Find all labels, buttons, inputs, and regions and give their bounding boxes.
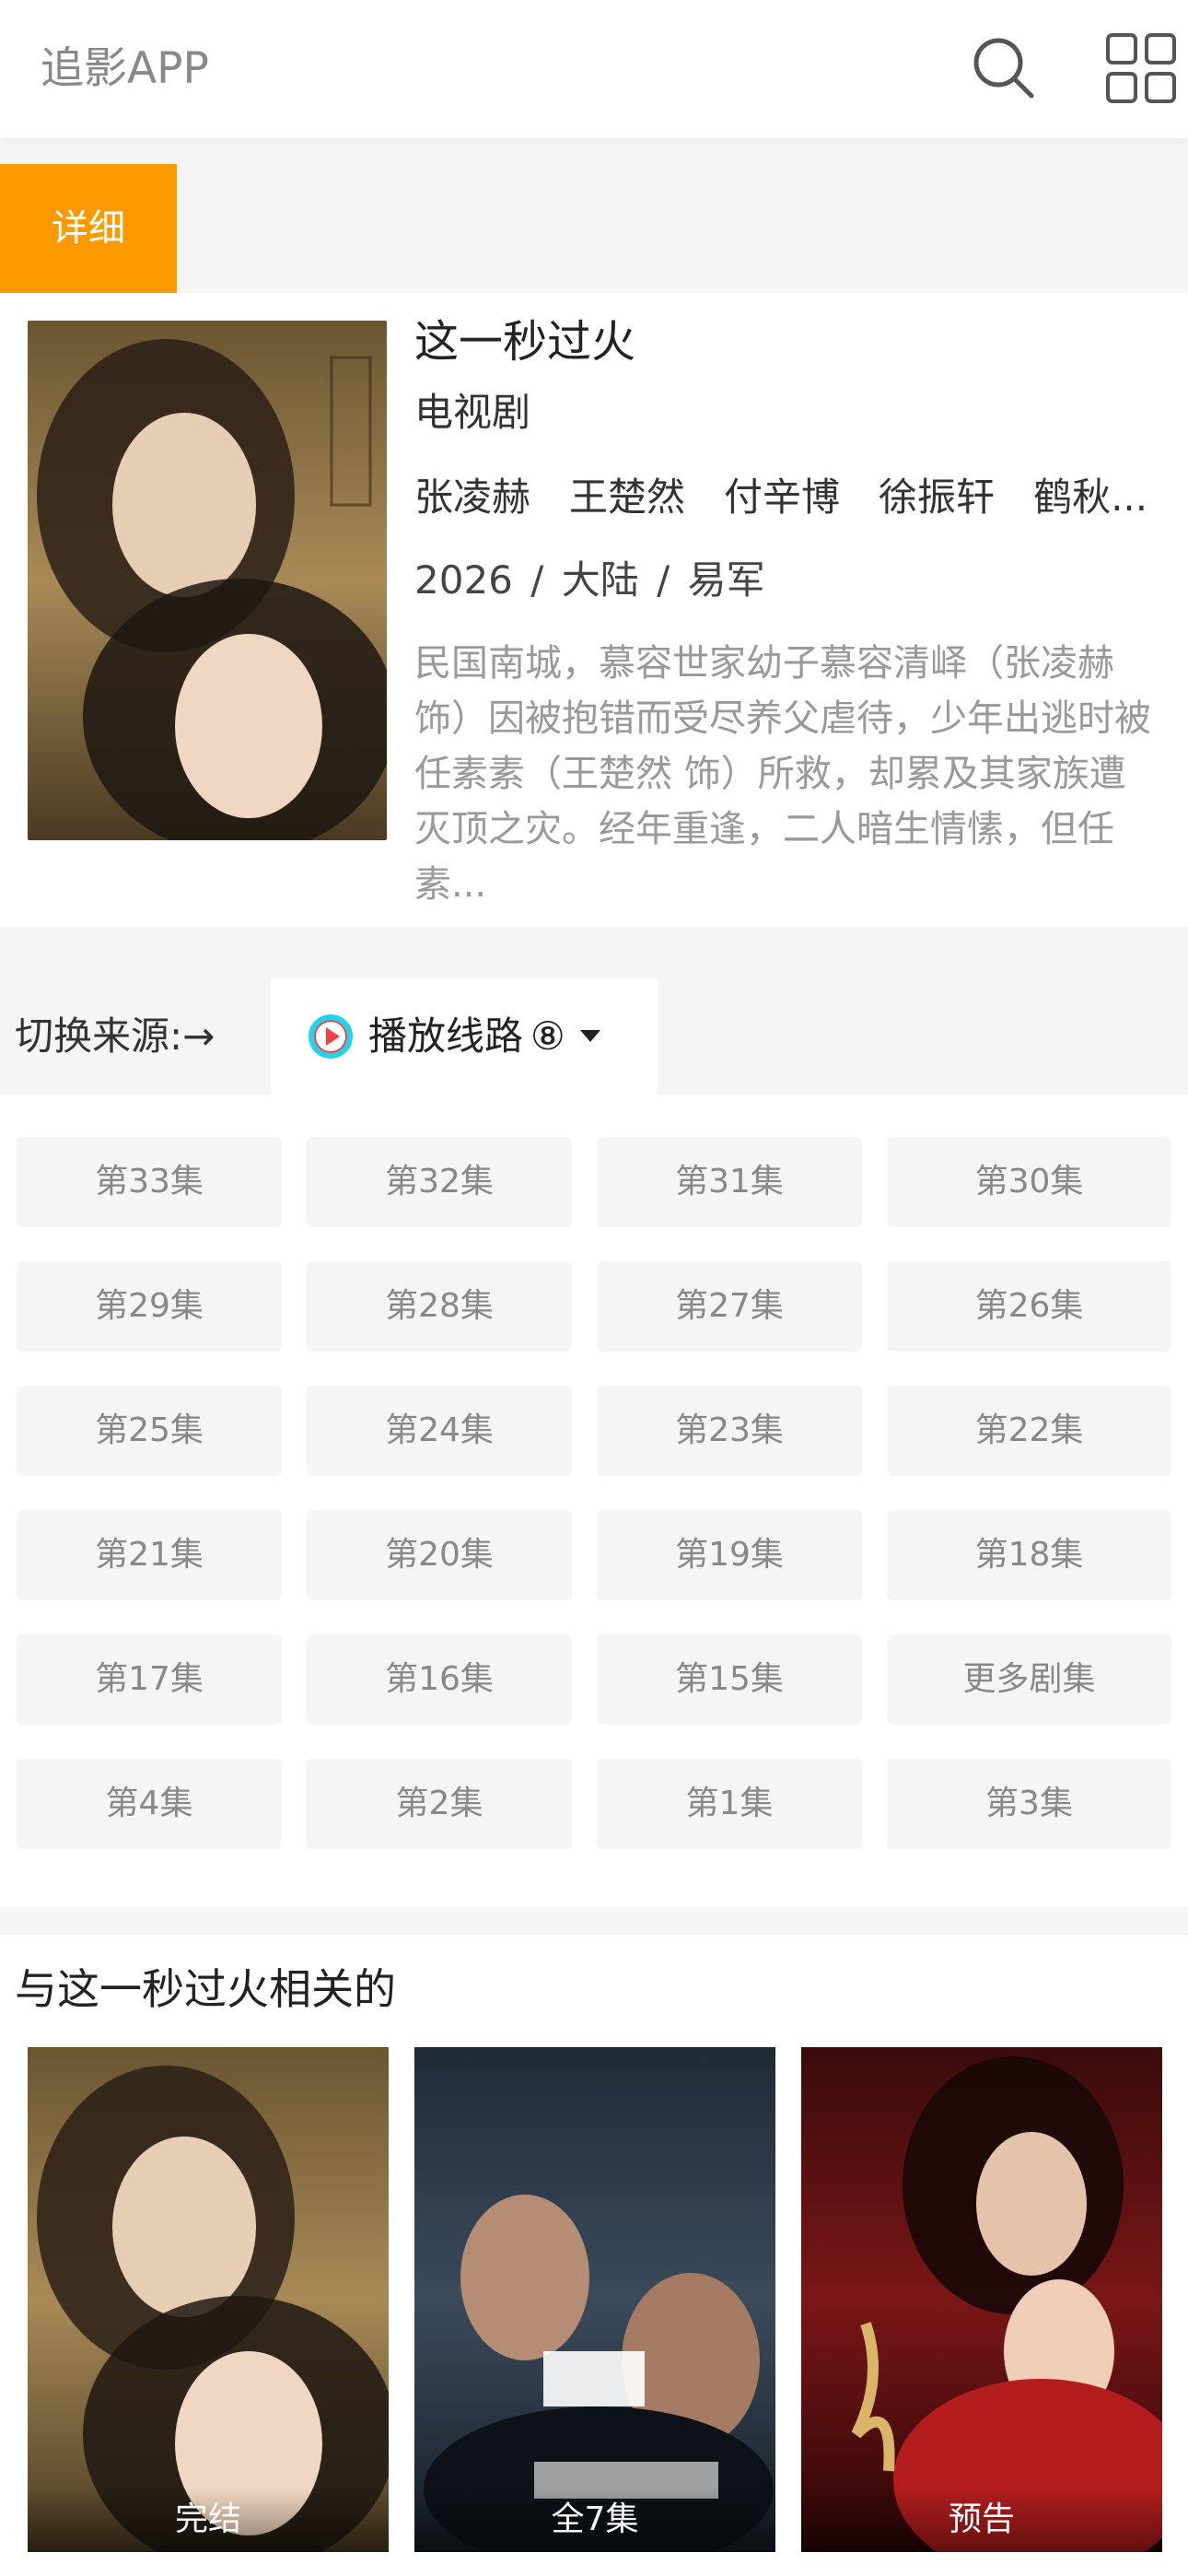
episode-button[interactable]: 第32集 [307,1137,572,1227]
episode-button[interactable]: 第2集 [307,1759,572,1849]
episode-button[interactable]: 第22集 [887,1386,1171,1476]
cast-member[interactable]: 徐振轩 [879,474,995,520]
meta-separator: / [530,557,544,603]
episode-button[interactable]: 第24集 [307,1386,572,1476]
cast-member[interactable]: 王楚然 [569,474,685,520]
status-badge: 完结 [28,2488,389,2552]
show-info-card: 这一秒过火 电视剧 张凌赫 王楚然 付辛博 徐振轩 鹤秋... 2026 / 大陆 / … [0,293,1188,927]
related-poster [801,2047,1162,2552]
episode-button[interactable]: 第21集 [17,1510,282,1600]
show-region: 大陆 [561,557,639,603]
route-name: 播放线路 [368,1013,524,1059]
episode-button[interactable]: 第33集 [17,1137,282,1227]
related-item[interactable]: 全7集 [414,2047,775,2552]
cast-member[interactable]: 张凌赫 [414,474,530,520]
episode-button[interactable]: 第16集 [307,1634,572,1725]
show-director: 易军 [687,557,765,603]
app-title[interactable]: 追影APP [41,41,209,97]
top-bar: 追影APP [0,0,1188,138]
related-item[interactable]: 预告 [801,2047,1162,2552]
cast-member[interactable]: 鹤秋... [1033,474,1147,520]
episode-button[interactable]: 第17集 [17,1634,282,1725]
episode-button[interactable]: 第26集 [887,1261,1171,1352]
play-circle-icon [309,1014,353,1059]
show-synopsis: 民国南城，慕容世家幼子慕容清峄（张凌赫 饰）因被抱错而受尽养父虐待，少年出逃时被… [414,642,1151,906]
related-heading: 与这一秒过火相关的 [15,1964,396,2014]
episode-button[interactable]: 第28集 [307,1261,572,1352]
show-meta: 2026 / 大陆 / 易军 [414,551,771,610]
episode-button[interactable]: 第31集 [597,1137,862,1227]
show-title: 这一秒过火 [414,316,636,368]
show-type: 电视剧 [414,390,531,435]
episode-list: 第33集 第32集 第31集 第30集 第29集 第28集 第27集 第26集 … [0,1095,1188,1907]
cast-list: 张凌赫 王楚然 付辛博 徐振轩 鹤秋... [414,468,1151,527]
grid-menu-icon[interactable] [1105,32,1177,104]
status-badge: 全7集 [414,2488,775,2552]
episode-button[interactable]: 第20集 [307,1510,572,1600]
episode-button[interactable]: 第15集 [597,1634,862,1725]
episode-button[interactable]: 第29集 [17,1261,282,1352]
play-route-label: 播放线路 ⑧ [368,1006,565,1067]
route-count: ⑧ [530,1013,565,1059]
related-poster [28,2047,389,2552]
search-icon[interactable] [971,35,1037,101]
play-route-tab[interactable]: 播放线路 ⑧ [271,978,658,1095]
related-item[interactable]: 完结 [28,2047,389,2552]
status-badge: 预告 [801,2488,1162,2552]
episode-button[interactable]: 第27集 [597,1261,862,1352]
episode-button[interactable]: 第18集 [887,1510,1171,1600]
caret-down-icon[interactable] [580,1030,600,1042]
cast-member[interactable]: 付辛博 [724,474,840,520]
related-poster [414,2047,775,2552]
episode-button[interactable]: 第19集 [597,1510,862,1600]
episode-button[interactable]: 第4集 [17,1759,282,1849]
meta-separator: / [657,557,670,603]
episode-button[interactable]: 第25集 [17,1386,282,1476]
episode-button[interactable]: 第1集 [597,1759,862,1849]
source-switch-bar: 切换来源:→ 播放线路 ⑧ [0,978,1188,1095]
episode-button[interactable]: 第3集 [887,1759,1171,1849]
source-switch-label: 切换来源:→ [15,1013,215,1059]
show-poster[interactable] [28,321,387,840]
show-year: 2026 [414,557,513,603]
episode-button[interactable]: 第23集 [597,1386,862,1476]
related-section: 与这一秒过火相关的 完结 全7集 预告 [0,1935,1188,2576]
more-episodes-button[interactable]: 更多剧集 [887,1634,1171,1725]
tab-detail[interactable]: 详细 [0,164,177,293]
episode-button[interactable]: 第30集 [887,1137,1171,1227]
